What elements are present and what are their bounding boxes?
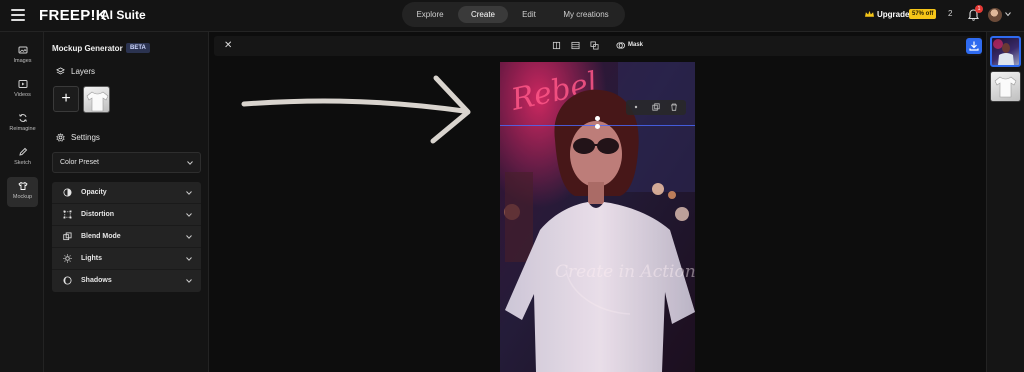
accordion-blend-mode[interactable]: Blend Mode (52, 226, 201, 248)
chevron-down-icon (186, 279, 192, 283)
chevron-down-icon (186, 213, 192, 217)
hamburger-menu-icon[interactable] (11, 9, 25, 21)
videos-icon (18, 80, 27, 88)
rail-item-images[interactable]: Images (7, 41, 38, 71)
rail-item-mockup[interactable]: Mockup (7, 177, 38, 207)
layers-icon (56, 67, 65, 75)
color-preset-select[interactable]: Color Preset (52, 152, 201, 173)
avatar[interactable] (988, 8, 1002, 22)
accordion-label: Shadows (81, 277, 112, 284)
chevron-down-icon (186, 235, 192, 239)
accordion-label: Distortion (81, 211, 115, 218)
blend-mode-icon (63, 232, 72, 241)
adjustments-accordion: Opacity Distortion Blend Mode Lights Sha… (52, 182, 201, 292)
layout-icon[interactable] (571, 41, 580, 50)
transform-handle[interactable] (595, 116, 600, 121)
panel-title: Mockup Generator (52, 44, 123, 53)
chevron-down-icon (186, 257, 192, 261)
fit-view-icon[interactable] (552, 41, 561, 50)
compare-icon[interactable] (590, 41, 599, 50)
nav-edit[interactable]: Edit (514, 6, 544, 23)
trash-icon[interactable] (670, 103, 678, 111)
hand-drawn-arrow-icon (241, 75, 471, 144)
top-bar: FREEP!K AI Suite Explore Create Edit My … (0, 0, 1024, 32)
rail-label: Sketch (14, 160, 31, 166)
accordion-lights[interactable]: Lights (52, 248, 201, 270)
nav-explore[interactable]: Explore (410, 6, 450, 23)
settings-gear-icon (56, 133, 65, 142)
chevron-down-icon[interactable] (1005, 11, 1011, 17)
rail-item-videos[interactable]: Videos (7, 75, 38, 105)
mockup-result-image (993, 39, 1014, 65)
layers-heading: Layers (56, 67, 95, 76)
rail-item-sketch[interactable]: Sketch (7, 143, 38, 173)
shadows-icon (63, 276, 72, 285)
history-thumbnail-mockup[interactable] (990, 36, 1021, 67)
mask-icon[interactable] (616, 41, 625, 50)
notification-count: 1 (975, 5, 983, 13)
tshirt-image (994, 76, 1017, 98)
main-nav: Explore Create Edit My creations (402, 2, 625, 27)
settings-heading-label: Settings (71, 133, 100, 142)
transform-handle[interactable] (595, 124, 600, 129)
lights-icon (63, 254, 72, 263)
layer-thumbnail-tshirt[interactable] (83, 86, 110, 113)
accordion-label: Blend Mode (81, 233, 121, 240)
rail-item-reimagine[interactable]: Reimagine (7, 109, 38, 139)
color-preset-value: Color Preset (60, 159, 99, 166)
close-icon[interactable]: ✕ (224, 40, 232, 51)
duplicate-icon[interactable] (652, 103, 660, 111)
opacity-icon (63, 188, 72, 197)
beta-badge: BETA (126, 43, 150, 53)
move-icon[interactable] (632, 103, 640, 111)
mask-button[interactable]: Mask (628, 42, 643, 48)
add-layer-button[interactable]: + (53, 86, 79, 112)
accordion-label: Lights (81, 255, 102, 262)
nav-my-creations[interactable]: My creations (554, 6, 618, 23)
layers-heading-label: Layers (71, 67, 96, 76)
mockup-settings-panel: Mockup Generator BETA Layers + Settings … (44, 32, 209, 372)
images-icon (18, 46, 27, 54)
reimagine-icon (18, 114, 27, 122)
chevron-down-icon (186, 191, 192, 195)
download-icon (969, 41, 979, 51)
rail-label: Reimagine (9, 126, 36, 132)
generation-history (986, 32, 1024, 372)
freepik-logo[interactable]: FREEP!K (39, 7, 107, 24)
distortion-icon (63, 210, 72, 219)
canvas-toolbar: ✕ Mask (214, 36, 982, 56)
discount-badge: 57% off (909, 9, 937, 19)
layer-floating-toolbar (626, 100, 686, 115)
chevron-down-icon (187, 161, 193, 165)
editor-canvas[interactable]: ✕ Mask Rebel Create in Action (210, 32, 986, 372)
nav-create[interactable]: Create (458, 6, 508, 23)
accordion-label: Opacity (81, 189, 107, 196)
sketch-icon (18, 147, 27, 156)
upgrade-link[interactable]: Upgrade (877, 10, 909, 19)
mockup-icon (17, 181, 28, 190)
history-thumbnail-tshirt[interactable] (990, 71, 1021, 102)
tshirt-layer-image (86, 91, 109, 112)
settings-heading: Settings (56, 133, 100, 142)
rail-label: Images (13, 58, 32, 64)
rail-label: Mockup (12, 194, 33, 200)
download-button[interactable] (966, 38, 982, 54)
left-tool-rail: Images Videos Reimagine Sketch Mockup (0, 32, 44, 372)
rail-label: Videos (14, 92, 31, 98)
credits-counter[interactable]: 2 (948, 9, 952, 18)
crown-icon (865, 10, 874, 17)
accordion-distortion[interactable]: Distortion (52, 204, 201, 226)
logo-subtitle: AI Suite (101, 8, 146, 22)
accordion-shadows[interactable]: Shadows (52, 270, 201, 292)
accordion-opacity[interactable]: Opacity (52, 182, 201, 204)
